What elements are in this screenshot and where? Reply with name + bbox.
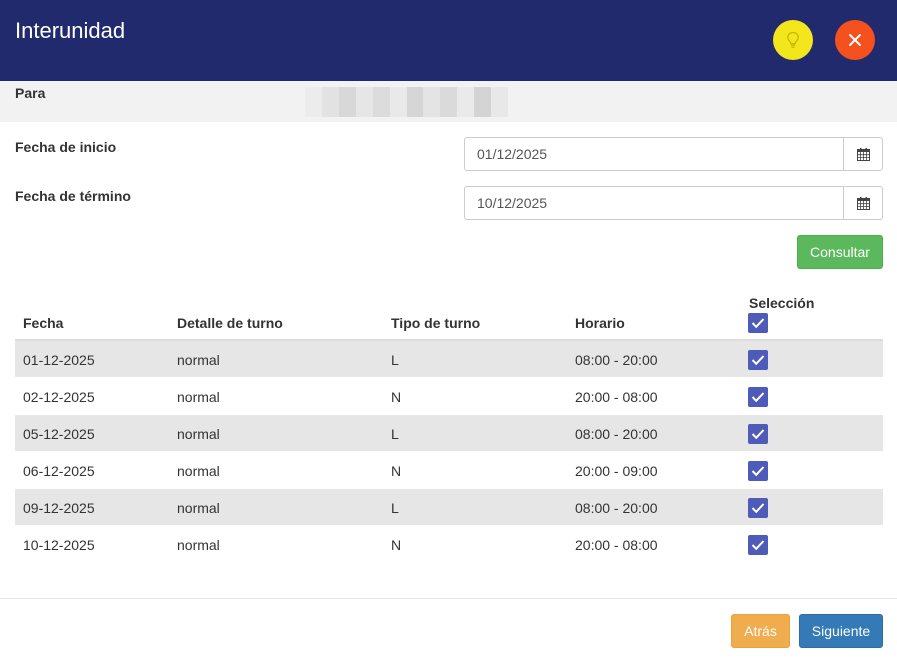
end-date-calendar-button[interactable] xyxy=(844,186,883,220)
back-button[interactable]: Atrás xyxy=(731,614,790,648)
checkmark-icon xyxy=(751,392,765,403)
cell-horario: 08:00 - 20:00 xyxy=(575,352,658,368)
cell-detalle: normal xyxy=(177,500,220,516)
table-row: 02-12-2025 normal N 20:00 - 08:00 xyxy=(15,378,883,415)
cell-tipo: L xyxy=(391,426,399,442)
row-select-checkbox[interactable] xyxy=(748,387,768,407)
calendar-icon xyxy=(856,196,870,210)
table-row: 10-12-2025 normal N 20:00 - 08:00 xyxy=(15,526,883,563)
hint-button[interactable] xyxy=(773,20,813,60)
end-date-label: Fecha de término xyxy=(15,188,131,204)
checkmark-icon xyxy=(751,318,765,329)
cell-fecha: 10-12-2025 xyxy=(23,537,95,553)
checkmark-icon xyxy=(751,540,765,551)
start-date-label: Fecha de inicio xyxy=(15,139,117,155)
start-date-group xyxy=(464,137,883,171)
row-select-checkbox[interactable] xyxy=(748,461,768,481)
modal-title: Interunidad xyxy=(15,18,126,43)
cell-detalle: normal xyxy=(177,463,220,479)
cell-tipo: N xyxy=(391,463,402,479)
table-row: 05-12-2025 normal L 08:00 - 20:00 xyxy=(15,415,883,452)
recipient-value-redacted xyxy=(305,87,509,117)
checkmark-icon xyxy=(751,466,765,477)
modal-header: Interunidad xyxy=(0,0,897,81)
select-all-checkbox[interactable] xyxy=(748,313,768,333)
row-select-checkbox[interactable] xyxy=(748,350,768,370)
close-button[interactable] xyxy=(835,20,875,60)
table-header: Fecha Detalle de turno Tipo de turno Hor… xyxy=(15,290,883,341)
cell-tipo: N xyxy=(391,389,402,405)
recipient-bar: Para xyxy=(0,81,897,122)
column-header-seleccion: Selección xyxy=(749,295,815,311)
cell-horario: 08:00 - 20:00 xyxy=(575,500,658,516)
column-header-horario: Horario xyxy=(575,315,625,331)
start-date-calendar-button[interactable] xyxy=(844,137,883,171)
cell-detalle: normal xyxy=(177,426,220,442)
cell-fecha: 06-12-2025 xyxy=(23,463,95,479)
shifts-table: Fecha Detalle de turno Tipo de turno Hor… xyxy=(15,290,883,563)
next-button[interactable]: Siguiente xyxy=(799,614,883,648)
cell-detalle: normal xyxy=(177,537,220,553)
cell-tipo: L xyxy=(391,500,399,516)
cell-tipo: N xyxy=(391,537,402,553)
row-select-checkbox[interactable] xyxy=(748,424,768,444)
column-header-tipo: Tipo de turno xyxy=(391,315,481,331)
row-select-checkbox[interactable] xyxy=(748,535,768,555)
start-date-input[interactable] xyxy=(464,137,844,171)
cell-horario: 20:00 - 09:00 xyxy=(575,463,658,479)
consultar-button[interactable]: Consultar xyxy=(797,235,883,269)
table-row: 06-12-2025 normal N 20:00 - 09:00 xyxy=(15,452,883,489)
cell-fecha: 02-12-2025 xyxy=(23,389,95,405)
cell-horario: 20:00 - 08:00 xyxy=(575,389,658,405)
recipient-label: Para xyxy=(15,85,46,101)
table-row: 01-12-2025 normal L 08:00 - 20:00 xyxy=(15,341,883,378)
column-header-fecha: Fecha xyxy=(23,315,64,331)
cell-fecha: 01-12-2025 xyxy=(23,352,95,368)
cell-tipo: L xyxy=(391,352,399,368)
cell-fecha: 05-12-2025 xyxy=(23,426,95,442)
end-date-group xyxy=(464,186,883,220)
table-row: 09-12-2025 normal L 08:00 - 20:00 xyxy=(15,489,883,526)
cell-horario: 20:00 - 08:00 xyxy=(575,537,658,553)
checkmark-icon xyxy=(751,429,765,440)
checkmark-icon xyxy=(751,355,765,366)
footer-divider xyxy=(0,598,897,599)
cell-detalle: normal xyxy=(177,389,220,405)
column-header-detalle: Detalle de turno xyxy=(177,315,283,331)
cell-fecha: 09-12-2025 xyxy=(23,500,95,516)
row-select-checkbox[interactable] xyxy=(748,498,768,518)
cell-horario: 08:00 - 20:00 xyxy=(575,426,658,442)
checkmark-icon xyxy=(751,503,765,514)
end-date-input[interactable] xyxy=(464,186,844,220)
cell-detalle: normal xyxy=(177,352,220,368)
close-icon xyxy=(849,34,861,46)
lightbulb-icon xyxy=(787,31,799,48)
calendar-icon xyxy=(856,147,870,161)
